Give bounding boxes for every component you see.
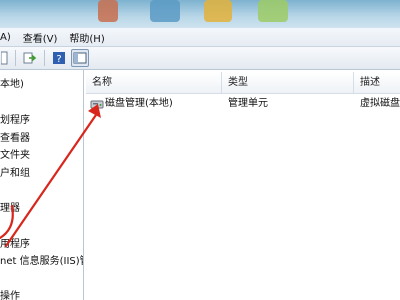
titlebar-decoration [98,0,118,22]
tree-item[interactable]: 划程序 [0,114,30,128]
column-header-type[interactable]: 类型 [222,72,354,94]
menu-item-action[interactable]: A) [0,32,17,43]
export-icon[interactable] [21,49,39,67]
tree-item[interactable]: 用程序 [0,238,30,252]
column-header-name[interactable]: 名称 [86,72,222,94]
page-icon[interactable] [0,49,10,67]
tree-item[interactable]: 理器 [0,202,20,216]
title-bar [0,0,400,28]
tree-pane: 本地) 划程序 查看器 文件夹 户和组 理器 用程序 net 信息服务(IIS)… [0,70,84,300]
tree-item[interactable]: 查看器 [0,132,30,146]
disk-drive-icon [90,98,104,116]
menu-bar: A) 查看(V) 帮助(H) [0,28,400,47]
tree-item[interactable]: net 信息服务(IIS)管 [0,255,83,269]
svg-text:?: ? [56,54,61,65]
menu-item-view[interactable]: 查看(V) [17,30,64,45]
tree-item[interactable]: 文件夹 [0,149,30,163]
menu-item-help[interactable]: 帮助(H) [63,30,110,45]
list-view: 名称 类型 描述 磁盘管理(本地) 管理单元 虚拟磁盘 [86,72,400,300]
toolbar-divider [15,50,16,66]
item-description: 虚拟磁盘 [360,98,400,109]
titlebar-decoration [258,0,288,22]
tree-item[interactable]: 本地) [0,78,24,92]
list-item[interactable]: 磁盘管理(本地) 管理单元 虚拟磁盘 [86,96,400,112]
toolbar: ? [0,47,400,70]
item-type: 管理单元 [228,98,268,109]
titlebar-decoration [150,0,180,22]
tree-item[interactable]: 户和组 [0,167,30,181]
help-icon[interactable]: ? [50,49,68,67]
tree-item[interactable]: 操作 [0,290,20,300]
item-name: 磁盘管理(本地) [105,98,173,109]
column-header-description[interactable]: 描述 [354,72,400,94]
toolbar-divider [44,50,45,66]
pane-view-icon[interactable] [71,49,89,67]
titlebar-decoration [204,0,232,22]
